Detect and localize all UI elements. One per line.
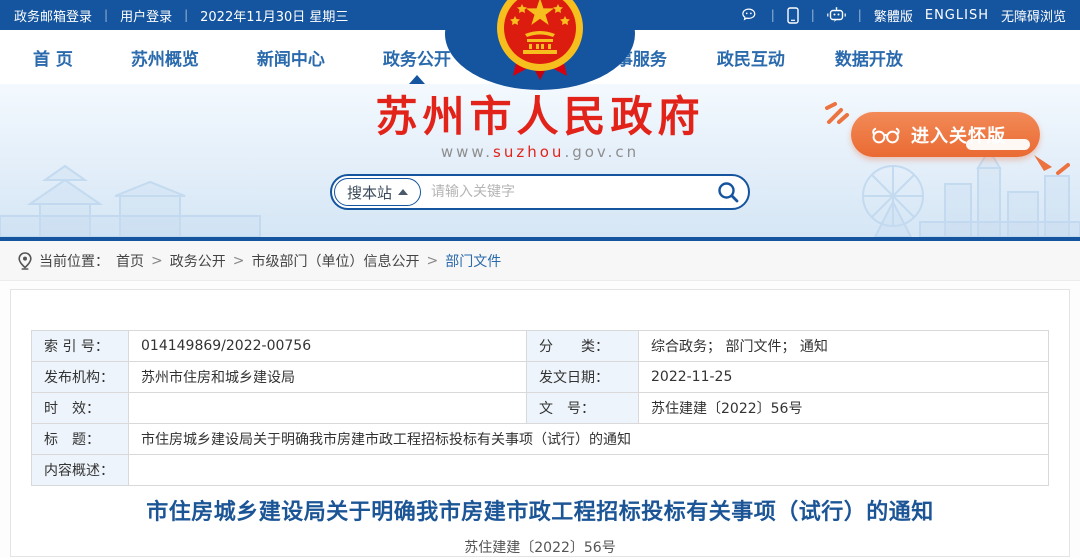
search-scope-dropdown[interactable]: 搜本站 [334,178,421,206]
meta-value-category: 综合政务； 部门文件； 通知 [639,331,1049,362]
url-suffix: .gov.cn [564,143,639,161]
article-title: 市住房城乡建设局关于明确我市房建市政工程招标投标有关事项（试行）的通知 [31,498,1049,528]
document-card: 索 引 号： 014149869/2022-00756 分 类： 综合政务； 部… [10,289,1070,557]
nav-item-news[interactable]: 新闻中心 [257,30,325,84]
search-input[interactable] [423,184,708,200]
breadcrumb-separator: > [151,253,163,269]
breadcrumb-dept-documents[interactable]: 部门文件 [445,251,501,271]
meta-label-title: 标 题： [32,424,129,455]
breadcrumb-label: 当前位置： [39,251,109,271]
meta-label-index: 索 引 号： [32,331,129,362]
nav-item-home[interactable]: 首 页 [33,30,73,84]
care-version-button[interactable]: 进入关怀版 [851,112,1040,157]
main-nav: 首 页 苏州概览 新闻中心 政务公开 办事服务 政民互动 数据开放 [0,30,1080,84]
glasses-icon [871,126,901,144]
divider: | [104,8,108,22]
table-row: 内容概述： [32,455,1049,486]
breadcrumb-dept-info[interactable]: 市级部门（单位）信息公开 [251,251,419,271]
breadcrumb: 当前位置： 首页 > 政务公开 > 市级部门（单位）信息公开 > 部门文件 [0,241,1080,281]
url-prefix: www. [441,143,493,161]
breadcrumb-gov-disclosure[interactable]: 政务公开 [170,251,226,271]
mail-login-link[interactable]: 政务邮箱登录 [14,6,92,25]
search-button[interactable] [708,180,748,204]
divider: | [184,8,188,22]
table-row: 标 题： 市住房城乡建设局关于明确我市房建市政工程招标投标有关事项（试行）的通知 [32,424,1049,455]
breadcrumb-home[interactable]: 首页 [116,251,144,271]
meta-value-doc-number: 苏住建建〔2022〕56号 [639,393,1049,424]
search-bar: 搜本站 [330,174,750,210]
content-area: 索 引 号： 014149869/2022-00756 分 类： 综合政务； 部… [0,281,1080,557]
swoosh-decoration [966,139,1030,150]
wechat-icon[interactable] [742,8,759,23]
article-doc-number: 苏住建建〔2022〕56号 [31,537,1049,557]
site-banner: 苏州市人民政府 www.suzhou.gov.cn 搜本站 [0,84,1080,237]
table-row: 时 效： 文 号： 苏住建建〔2022〕56号 [32,393,1049,424]
table-row: 发布机构： 苏州市住房和城乡建设局 发文日期： 2022-11-25 [32,362,1049,393]
meta-label-issuer: 发布机构： [32,362,129,393]
english-link[interactable]: ENGLISH [925,8,989,23]
breadcrumb-separator: > [426,253,438,269]
location-pin-icon [18,252,32,270]
national-emblem [496,0,584,86]
care-version-area: 进入关怀版 [851,112,1040,157]
meta-value-title: 市住房城乡建设局关于明确我市房建市政工程招标投标有关事项（试行）的通知 [129,424,1049,455]
nav-item-gov-disclosure[interactable]: 政务公开 [383,30,451,84]
topbar-left: 政务邮箱登录 | 用户登录 | 2022年11月30日 星期三 [14,6,348,25]
meta-value-validity [129,393,527,424]
search-icon [716,180,740,204]
current-date: 2022年11月30日 星期三 [200,6,348,25]
meta-label-validity: 时 效： [32,393,129,424]
robot-icon[interactable] [827,7,846,23]
document-meta-table: 索 引 号： 014149869/2022-00756 分 类： 综合政务； 部… [31,330,1049,486]
url-highlight: suzhou [493,143,564,161]
topbar-right: | | | 繁體版 ENGLISH 无障碍浏览 [742,6,1066,25]
breadcrumb-separator: > [233,253,245,269]
mobile-icon[interactable] [787,7,799,24]
divider: | [811,8,815,22]
meta-label-summary: 内容概述： [32,455,129,486]
divider: | [771,8,775,22]
dropdown-arrow-icon [398,189,408,195]
search-scope-label: 搜本站 [347,182,392,203]
nav-item-open-data[interactable]: 数据开放 [835,30,903,84]
user-login-link[interactable]: 用户登录 [120,6,172,25]
meta-label-doc-number: 文 号： [527,393,639,424]
divider: | [858,8,862,22]
meta-label-category: 分 类： [527,331,639,362]
traditional-chinese-link[interactable]: 繁體版 [874,6,913,25]
meta-value-issuer: 苏州市住房和城乡建设局 [129,362,527,393]
meta-label-issue-date: 发文日期： [527,362,639,393]
meta-value-issue-date: 2022-11-25 [639,362,1049,393]
nav-item-overview[interactable]: 苏州概览 [131,30,199,84]
table-row: 索 引 号： 014149869/2022-00756 分 类： 综合政务； 部… [32,331,1049,362]
meta-value-summary [129,455,1049,486]
meta-value-index: 014149869/2022-00756 [129,331,527,362]
accessibility-link[interactable]: 无障碍浏览 [1001,6,1066,25]
nav-item-interaction[interactable]: 政民互动 [717,30,785,84]
paper-plane-decoration [1030,147,1070,179]
